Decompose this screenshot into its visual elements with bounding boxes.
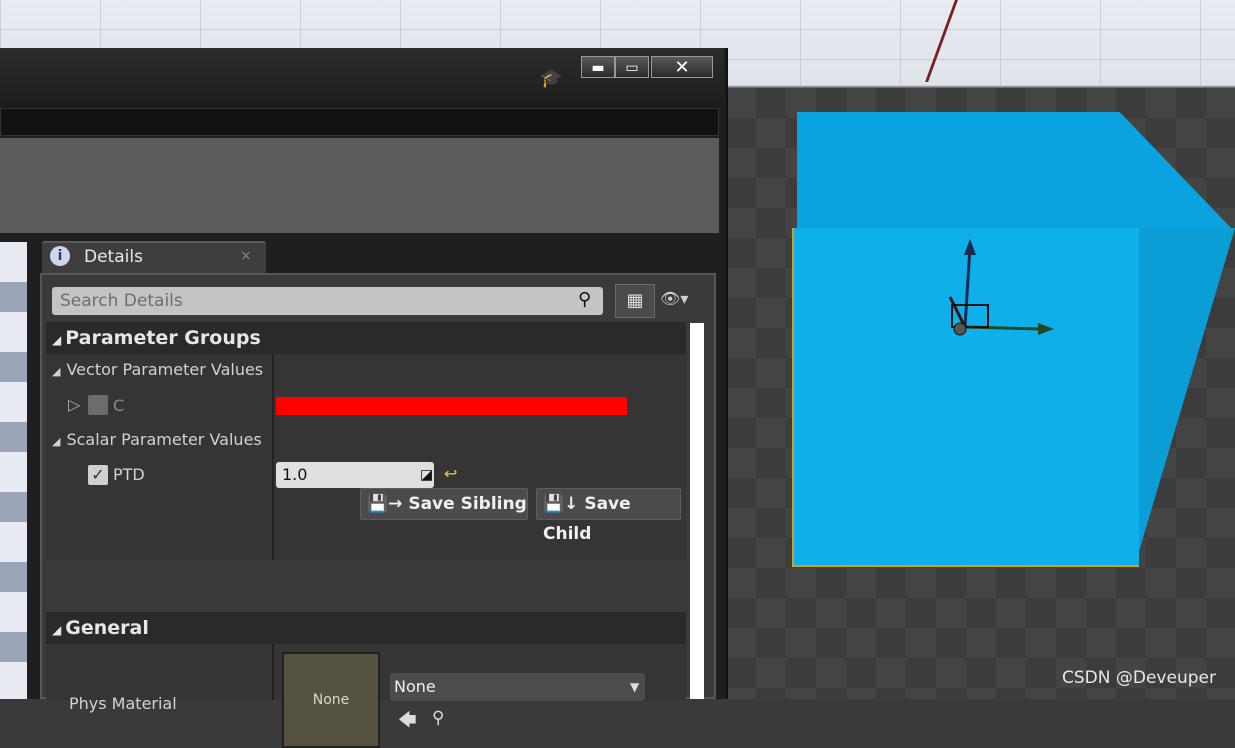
column-divider[interactable] bbox=[272, 644, 274, 700]
title-bar[interactable]: 🎓 ▬ ▭ ✕ bbox=[0, 48, 724, 108]
vector-param-checkbox[interactable] bbox=[88, 395, 108, 415]
search-icon[interactable]: ⚲ bbox=[578, 289, 591, 310]
minimize-button[interactable]: ▬ bbox=[581, 56, 615, 78]
save-icon: 💾↓ bbox=[543, 494, 579, 514]
collapse-triangle-icon[interactable]: ◢ bbox=[52, 333, 61, 347]
details-panel: Search Details ⚲ ▦ 👁▾ ◢ Parameter Groups … bbox=[40, 273, 716, 748]
viewport-preview-edge bbox=[0, 242, 27, 699]
section-general[interactable]: ◢ General bbox=[46, 612, 686, 644]
use-selected-arrow-icon[interactable]: 🡄 bbox=[398, 708, 417, 738]
save-sibling-button[interactable]: 💾→ Save Sibling bbox=[360, 488, 528, 520]
collapse-triangle-icon[interactable]: ◢ bbox=[52, 623, 61, 637]
section-title: General bbox=[65, 617, 149, 639]
graduation-cap-icon[interactable]: 🎓 bbox=[540, 68, 564, 90]
save-icon: 💾→ bbox=[367, 494, 403, 514]
vector-color-swatch[interactable] bbox=[276, 397, 627, 415]
column-divider[interactable] bbox=[272, 354, 274, 560]
close-button[interactable]: ✕ bbox=[651, 56, 713, 78]
scrollbar[interactable] bbox=[690, 323, 704, 699]
search-placeholder: Search Details bbox=[60, 291, 183, 311]
parameter-rows: ◢ Vector Parameter Values ▷ C ◢ Scalar Par… bbox=[46, 354, 686, 560]
chevron-down-icon: ▼ bbox=[630, 680, 640, 694]
scalar-params-header[interactable]: ◢ Scalar Parameter Values bbox=[52, 430, 262, 449]
phys-material-combo[interactable]: None ▼ bbox=[390, 673, 645, 701]
reset-default-icon[interactable]: ↩ bbox=[444, 464, 457, 483]
vector-params-label: Vector Parameter Values bbox=[66, 360, 264, 379]
expand-arrow-icon[interactable]: ▷ bbox=[68, 395, 80, 414]
window-controls: ▬ ▭ ✕ bbox=[581, 56, 713, 78]
phys-material-label: Phys Material bbox=[69, 694, 177, 713]
toolbar-strip bbox=[0, 108, 719, 136]
toolbar-area bbox=[0, 138, 719, 233]
general-rows: Phys Material None None ▼ 🡄 ⚲ bbox=[46, 644, 686, 748]
browse-search-icon[interactable]: ⚲ bbox=[432, 708, 444, 728]
vector-params-header[interactable]: ◢ Vector Parameter Values bbox=[52, 360, 263, 379]
gizmo-z-axis[interactable] bbox=[963, 246, 972, 328]
section-parameter-groups[interactable]: ◢ Parameter Groups bbox=[46, 322, 686, 354]
collapse-triangle-icon[interactable]: ◢ bbox=[52, 365, 60, 378]
gizmo-center[interactable] bbox=[953, 322, 967, 336]
tab-details[interactable]: i Details × bbox=[42, 241, 266, 273]
save-sibling-label: Save Sibling bbox=[408, 494, 527, 514]
resize-grip-icon[interactable]: ◪ bbox=[414, 462, 433, 488]
gizmo-z-arrow[interactable] bbox=[964, 239, 976, 255]
scalar-value-input[interactable]: 1.0 ◪ bbox=[276, 462, 434, 488]
eye-icon[interactable]: 👁▾ bbox=[660, 289, 688, 308]
grid-icon[interactable]: ▦ bbox=[615, 284, 655, 318]
gizmo-y-arrow[interactable] bbox=[1038, 323, 1054, 335]
combo-value: None bbox=[394, 677, 436, 696]
tab-close-icon[interactable]: × bbox=[240, 248, 252, 264]
search-input[interactable]: Search Details ⚲ bbox=[52, 287, 603, 315]
section-title: Parameter Groups bbox=[65, 327, 261, 349]
scalar-param-checkbox[interactable]: ✓ bbox=[88, 465, 108, 485]
tab-details-label: Details bbox=[84, 247, 143, 267]
scalar-params-label: Scalar Parameter Values bbox=[66, 430, 262, 449]
scalar-value-text: 1.0 bbox=[282, 465, 308, 484]
transform-gizmo[interactable] bbox=[930, 235, 1060, 345]
material-editor-window: 🎓 ▬ ▭ ✕ i Details × Search Details ⚲ ▦ 👁… bbox=[0, 48, 728, 748]
vector-param-label: C bbox=[113, 396, 125, 415]
scalar-param-label: PTD bbox=[113, 465, 145, 484]
save-child-button[interactable]: 💾↓ Save Child bbox=[536, 488, 681, 544]
maximize-button[interactable]: ▭ bbox=[615, 56, 649, 78]
collapse-triangle-icon[interactable]: ◢ bbox=[52, 435, 60, 448]
watermark-text: CSDN @Deveuper bbox=[1062, 668, 1216, 688]
details-info-icon: i bbox=[50, 246, 70, 266]
phys-material-thumbnail[interactable]: None bbox=[282, 652, 380, 748]
